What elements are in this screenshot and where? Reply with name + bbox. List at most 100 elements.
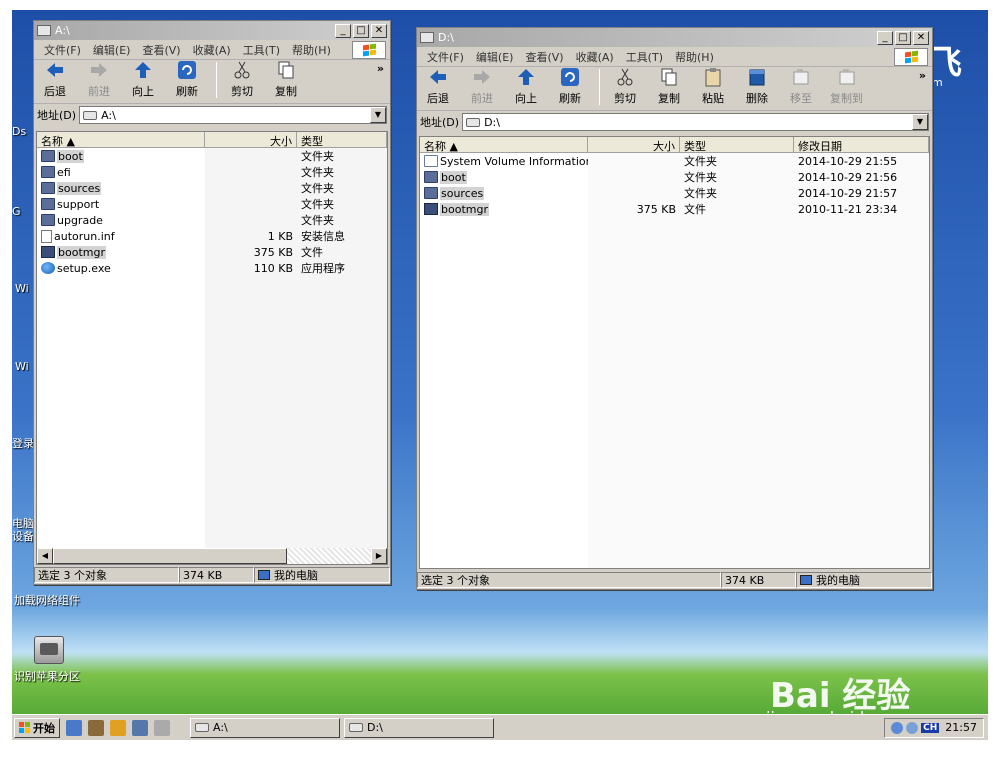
copy-button[interactable]: 复制 [654, 67, 684, 106]
desktop-label-login[interactable]: 登录 [12, 435, 34, 451]
menu-help[interactable]: 帮助(H) [286, 42, 337, 58]
refresh-button[interactable]: 刷新 [172, 60, 202, 99]
toolbar-overflow-button[interactable]: » [377, 62, 384, 75]
file-row[interactable]: support 文件夹 [37, 196, 387, 212]
horizontal-scrollbar[interactable]: ◀ ▶ [37, 548, 387, 564]
menu-favorites[interactable]: 收藏(A) [187, 42, 237, 58]
taskbar-button-d[interactable]: D:\ [344, 717, 494, 738]
close-button[interactable]: ✕ [371, 23, 387, 38]
file-row[interactable]: upgrade 文件夹 [37, 212, 387, 228]
quick-launch-tool-icon[interactable] [88, 719, 104, 736]
forward-button[interactable]: 前进 [467, 67, 497, 106]
folder-icon [41, 166, 55, 178]
menu-help[interactable]: 帮助(H) [669, 49, 720, 65]
close-button[interactable]: ✕ [913, 30, 929, 45]
quick-launch-disk-icon[interactable] [154, 719, 170, 736]
forward-button[interactable]: 前进 [84, 60, 114, 99]
address-input[interactable]: A:\ ▼ [79, 106, 387, 124]
cut-button[interactable]: 剪切 [610, 67, 640, 106]
file-row[interactable]: bootmgr 375 KB 文件 [37, 244, 387, 260]
minimize-button[interactable]: _ [335, 23, 351, 38]
up-button[interactable]: 向上 [511, 67, 541, 106]
desktop-label-1[interactable]: Ds [12, 125, 26, 138]
up-button[interactable]: 向上 [128, 60, 158, 99]
quick-launch-folder-icon[interactable] [110, 719, 126, 736]
file-row[interactable]: setup.exe 110 KB 应用程序 [37, 260, 387, 276]
column-size[interactable]: 大小 [588, 137, 680, 152]
toolbar: 后退 前进 向上 刷新 剪切 复制 » [34, 60, 390, 104]
file-row[interactable]: efi 文件夹 [37, 164, 387, 180]
copy-to-button[interactable]: 复制到 [830, 67, 863, 106]
minimize-button[interactable]: _ [877, 30, 893, 45]
tray-network-icon[interactable] [891, 721, 904, 734]
desktop-label-device[interactable]: 设备 [12, 528, 34, 544]
file-row[interactable]: bootmgr 375 KB 文件 2010-11-21 23:34 [420, 201, 929, 217]
refresh-button[interactable]: 刷新 [555, 67, 585, 106]
desktop-label-3[interactable]: Wi [15, 282, 29, 295]
back-button[interactable]: 后退 [40, 60, 70, 99]
menu-tools[interactable]: 工具(T) [237, 42, 286, 58]
file-row[interactable]: sources 文件夹 [37, 180, 387, 196]
desktop-label-apple-partition[interactable]: 识别苹果分区 [14, 668, 80, 684]
address-input[interactable]: D:\ ▼ [462, 113, 929, 131]
toolbar-overflow-button[interactable]: » [919, 69, 926, 82]
status-bar: 选定 3 个对象 374 KB 我的电脑 [34, 566, 390, 584]
cut-button[interactable]: 剪切 [227, 60, 257, 99]
file-row[interactable]: autorun.inf 1 KB 安装信息 [37, 228, 387, 244]
maximize-button[interactable]: □ [895, 30, 911, 45]
column-modified[interactable]: 修改日期 [794, 137, 929, 152]
file-list[interactable]: 名称 ▲ 大小 类型 boot 文件夹 efi 文件夹 sources 文件夹 suppor… [36, 131, 388, 565]
menu-edit[interactable]: 编辑(E) [87, 42, 137, 58]
explorer-window-a[interactable]: A:\ _ □ ✕ 文件(F) 编辑(E) 查看(V) 收藏(A) 工具(T) … [33, 20, 391, 585]
move-to-button[interactable]: 移至 [786, 67, 816, 106]
clock[interactable]: 21:57 [945, 721, 977, 734]
menu-favorites[interactable]: 收藏(A) [570, 49, 620, 65]
back-button[interactable]: 后退 [423, 67, 453, 106]
drive-tool-icon[interactable] [34, 636, 64, 664]
file-name: bootmgr [57, 245, 106, 259]
address-dropdown-button[interactable]: ▼ [912, 114, 928, 130]
column-name[interactable]: 名称 ▲ [37, 132, 205, 147]
taskbar-button-a[interactable]: A:\ [190, 717, 340, 738]
file-modified-date: 2014-10-29 21:56 [798, 170, 898, 184]
scroll-thumb[interactable] [53, 548, 287, 564]
menu-view[interactable]: 查看(V) [136, 42, 186, 58]
list-header: 名称 ▲ 大小 类型 [37, 132, 387, 148]
paste-button[interactable]: 粘贴 [698, 67, 728, 106]
desktop-label-2[interactable]: G [12, 205, 21, 218]
menu-file[interactable]: 文件(F) [421, 49, 470, 65]
title-bar[interactable]: A:\ _ □ ✕ [34, 21, 390, 40]
file-name: upgrade [57, 213, 103, 227]
file-row[interactable]: boot 文件夹 [37, 148, 387, 164]
delete-button[interactable]: 删除 [742, 67, 772, 106]
address-dropdown-button[interactable]: ▼ [370, 107, 386, 123]
column-name[interactable]: 名称 ▲ [420, 137, 588, 152]
status-selection: 选定 3 个对象 [417, 572, 721, 588]
file-row[interactable]: System Volume Information 文件夹 2014-10-29 2… [420, 153, 929, 169]
file-rows: boot 文件夹 efi 文件夹 sources 文件夹 support 文件夹 upgrade… [37, 148, 387, 276]
tray-volume-icon[interactable] [906, 721, 919, 734]
start-button[interactable]: 开始 [14, 717, 60, 738]
menu-view[interactable]: 查看(V) [519, 49, 569, 65]
maximize-button[interactable]: □ [353, 23, 369, 38]
quick-launch-app-icon[interactable] [66, 719, 82, 736]
menu-edit[interactable]: 编辑(E) [470, 49, 520, 65]
file-row[interactable]: sources 文件夹 2014-10-29 21:57 [420, 185, 929, 201]
input-language-indicator[interactable]: CH [921, 722, 940, 733]
column-type[interactable]: 类型 [680, 137, 794, 152]
scroll-right-button[interactable]: ▶ [371, 548, 387, 564]
scroll-left-button[interactable]: ◀ [37, 548, 53, 564]
column-type[interactable]: 类型 [297, 132, 387, 147]
title-bar[interactable]: D:\ _ □ ✕ [417, 28, 932, 47]
file-list[interactable]: 名称 ▲ 大小 类型 修改日期 System Volume Informatio… [419, 136, 930, 569]
desktop-label-network[interactable]: 加载网络组件 [14, 592, 80, 608]
file-row[interactable]: boot 文件夹 2014-10-29 21:56 [420, 169, 929, 185]
menu-tools[interactable]: 工具(T) [620, 49, 669, 65]
copy-button[interactable]: 复制 [271, 60, 301, 99]
menu-file[interactable]: 文件(F) [38, 42, 87, 58]
column-size[interactable]: 大小 [205, 132, 297, 147]
explorer-window-d[interactable]: D:\ _ □ ✕ 文件(F) 编辑(E) 查看(V) 收藏(A) 工具(T) … [416, 27, 933, 590]
desktop-label-4[interactable]: Wi [15, 360, 29, 373]
quick-launch-picture-icon[interactable] [132, 719, 148, 736]
quick-launch [66, 719, 176, 736]
